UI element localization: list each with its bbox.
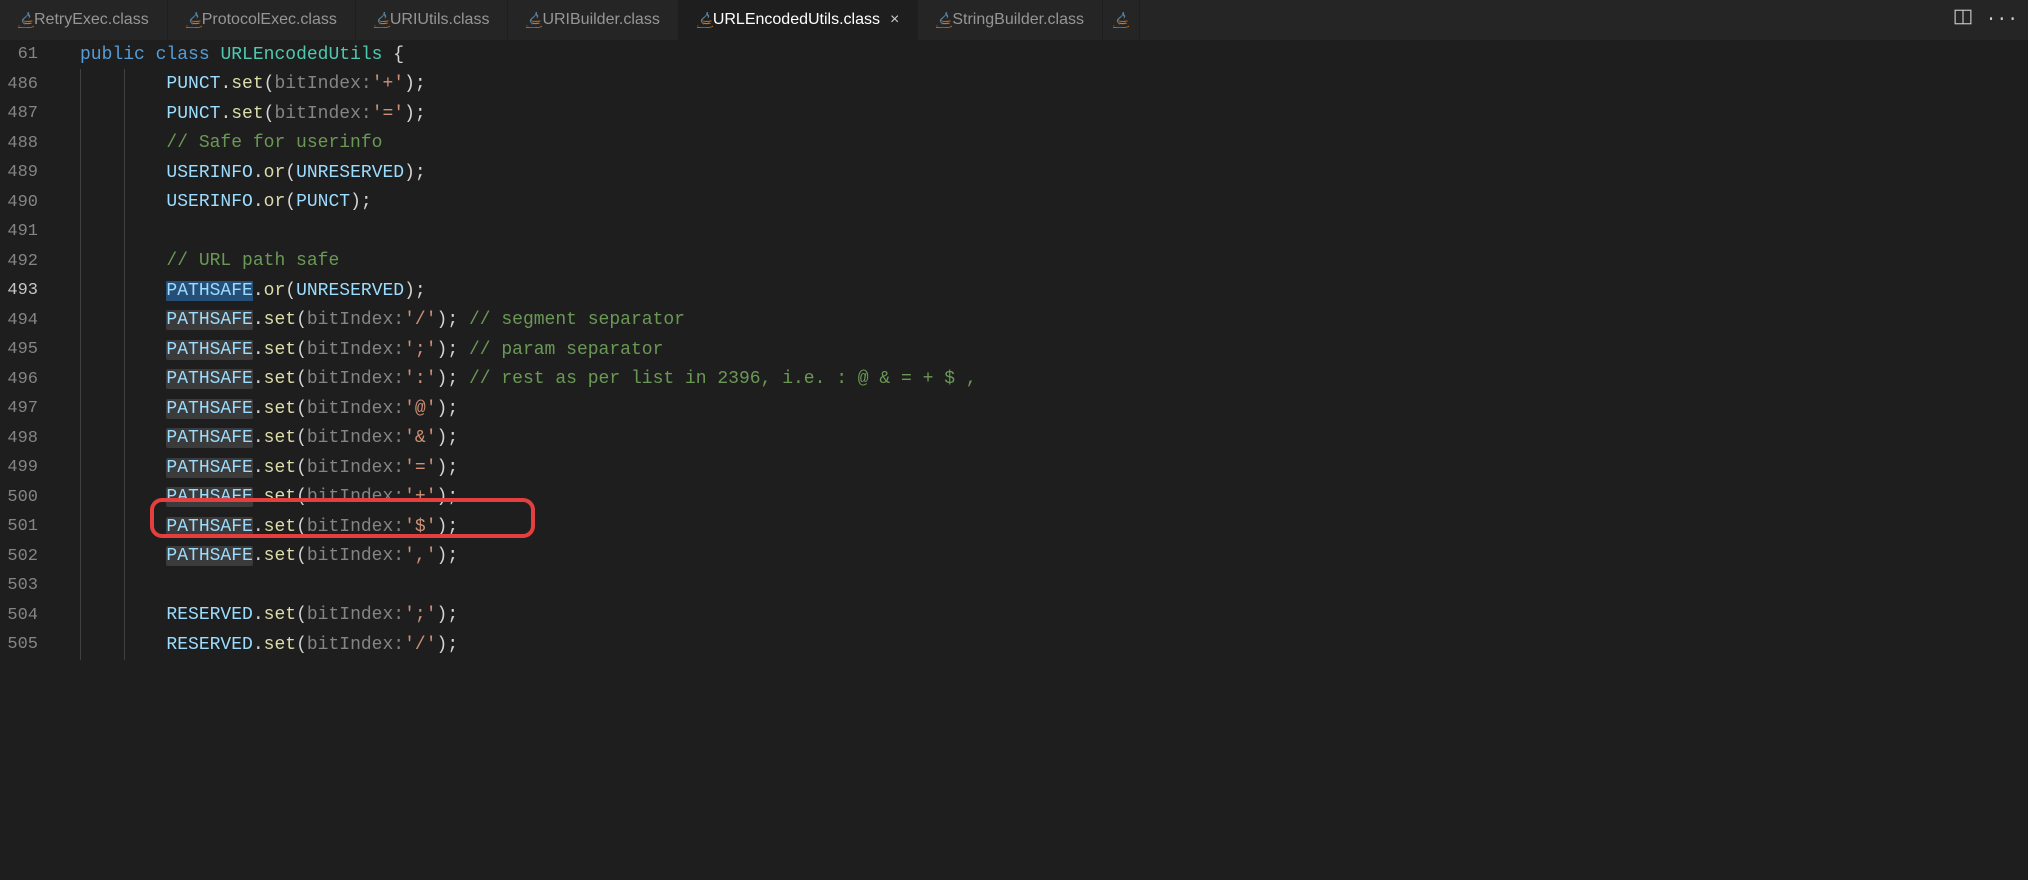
line-number: 503 bbox=[0, 576, 58, 595]
line-number: 493 bbox=[0, 281, 58, 300]
java-icon bbox=[697, 12, 713, 28]
code-line: 488 // Safe for userinfo bbox=[0, 129, 2028, 159]
tab-label: URIUtils.class bbox=[390, 11, 490, 29]
code-line: 490 USERINFO.or(PUNCT); bbox=[0, 188, 2028, 218]
line-number: 491 bbox=[0, 222, 58, 241]
code-line: 486 PUNCT.set(bitIndex:'+'); bbox=[0, 70, 2028, 100]
close-icon[interactable]: × bbox=[890, 11, 899, 29]
line-number: 498 bbox=[0, 429, 58, 448]
tab-uribuilder[interactable]: URIBuilder.class bbox=[508, 0, 678, 40]
editor-actions: ··· bbox=[1954, 0, 2028, 40]
tab-protocolexec[interactable]: ProtocolExec.class bbox=[168, 0, 356, 40]
more-actions-icon[interactable]: ··· bbox=[1986, 10, 2018, 30]
code-line: 501 PATHSAFE.set(bitIndex:'$'); bbox=[0, 512, 2028, 542]
tab-label: ProtocolExec.class bbox=[202, 11, 337, 29]
line-number: 502 bbox=[0, 547, 58, 566]
java-icon bbox=[936, 12, 952, 28]
line-number: 496 bbox=[0, 370, 58, 389]
code-line: 487 PUNCT.set(bitIndex:'='); bbox=[0, 99, 2028, 129]
java-icon bbox=[526, 12, 542, 28]
code-line: 61 public class URLEncodedUtils { bbox=[0, 40, 2028, 70]
tab-stringbuilder[interactable]: StringBuilder.class bbox=[918, 0, 1103, 40]
code-editor[interactable]: 61 public class URLEncodedUtils { 486 PU… bbox=[0, 40, 2028, 880]
line-number: 501 bbox=[0, 517, 58, 536]
tab-uriutils[interactable]: URIUtils.class bbox=[356, 0, 509, 40]
tab-label: RetryExec.class bbox=[34, 11, 149, 29]
split-editor-icon[interactable] bbox=[1954, 8, 1972, 32]
code-line: 499 PATHSAFE.set(bitIndex:'='); bbox=[0, 453, 2028, 483]
code-line: 492 // URL path safe bbox=[0, 247, 2028, 277]
tab-label: URIBuilder.class bbox=[542, 11, 659, 29]
line-number: 497 bbox=[0, 399, 58, 418]
tab-retryexec[interactable]: RetryExec.class bbox=[0, 0, 168, 40]
code-line: 505 RESERVED.set(bitIndex:'/'); bbox=[0, 630, 2028, 660]
line-number: 505 bbox=[0, 635, 58, 654]
code-line: 496 PATHSAFE.set(bitIndex:':'); // rest … bbox=[0, 365, 2028, 395]
code-line: 489 USERINFO.or(UNRESERVED); bbox=[0, 158, 2028, 188]
line-number: 488 bbox=[0, 134, 58, 153]
line-number: 490 bbox=[0, 193, 58, 212]
line-number: 486 bbox=[0, 75, 58, 94]
line-number: 495 bbox=[0, 340, 58, 359]
tab-label: StringBuilder.class bbox=[952, 11, 1084, 29]
code-line: 500 PATHSAFE.set(bitIndex:'+'); bbox=[0, 483, 2028, 513]
code-line: 502 PATHSAFE.set(bitIndex:','); bbox=[0, 542, 2028, 572]
line-number: 492 bbox=[0, 252, 58, 271]
tab-overflow[interactable] bbox=[1103, 0, 1140, 40]
code-line: 504 RESERVED.set(bitIndex:';'); bbox=[0, 601, 2028, 631]
code-line: 495 PATHSAFE.set(bitIndex:';'); // param… bbox=[0, 335, 2028, 365]
code-line: 503 bbox=[0, 571, 2028, 601]
java-icon bbox=[374, 12, 390, 28]
java-icon bbox=[1113, 12, 1129, 28]
line-number: 489 bbox=[0, 163, 58, 182]
code-line: 494 PATHSAFE.set(bitIndex:'/'); // segme… bbox=[0, 306, 2028, 336]
line-number: 494 bbox=[0, 311, 58, 330]
code-line: 491 bbox=[0, 217, 2028, 247]
code-line: 498 PATHSAFE.set(bitIndex:'&'); bbox=[0, 424, 2028, 454]
tab-label: URLEncodedUtils.class bbox=[713, 11, 880, 29]
line-number: 499 bbox=[0, 458, 58, 477]
java-icon bbox=[18, 12, 34, 28]
line-number: 500 bbox=[0, 488, 58, 507]
line-number: 61 bbox=[0, 45, 58, 64]
tab-urlencodedutils[interactable]: URLEncodedUtils.class × bbox=[679, 0, 919, 40]
editor-tabs: RetryExec.class ProtocolExec.class URIUt… bbox=[0, 0, 2028, 40]
line-number: 487 bbox=[0, 104, 58, 123]
code-line: 493 PATHSAFE.or(UNRESERVED); bbox=[0, 276, 2028, 306]
java-icon bbox=[186, 12, 202, 28]
line-number: 504 bbox=[0, 606, 58, 625]
code-line: 497 PATHSAFE.set(bitIndex:'@'); bbox=[0, 394, 2028, 424]
